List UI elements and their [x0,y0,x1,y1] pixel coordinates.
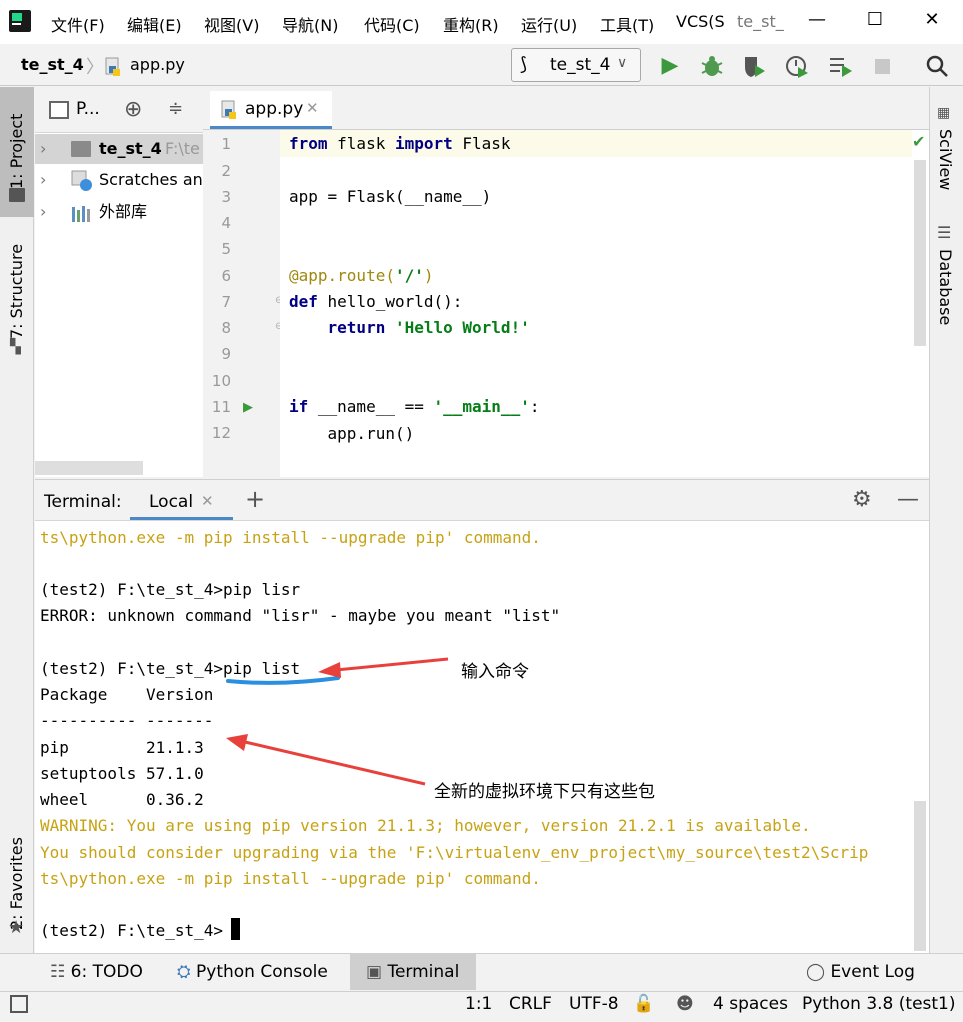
indent-setting[interactable]: 4 spaces [713,994,788,1014]
tab-todo[interactable]: ☷ 6: TODO [50,954,143,990]
tab-label: Terminal [387,962,460,982]
tab-terminal[interactable]: ▣ Terminal [350,954,476,990]
tab-label: Python Console [196,962,328,982]
annotation-command: 输入命令 [461,662,529,682]
terminal-icon: ▣ [366,962,383,982]
command-arrow [335,657,449,672]
toggle-tool-windows-icon[interactable] [10,995,28,1013]
inspector-icon[interactable]: ☻ [676,994,694,1014]
annotation-packages: 全新的虚拟环境下只有这些包 [434,782,655,802]
file-encoding[interactable]: UTF-8 [569,994,619,1014]
tab-label: 6: TODO [70,962,143,982]
lock-icon[interactable]: 🔓 [633,994,654,1014]
caret-position[interactable]: 1:1 [465,994,492,1014]
command-arrowhead [318,662,341,678]
packages-arrowhead [226,734,248,751]
packages-arrow [244,740,426,786]
python-console-icon: ⛭ [177,962,191,982]
event-log-icon: ◯ [806,962,826,982]
tab-python-console[interactable]: ⛭ Python Console [177,954,328,990]
command-underline [226,676,340,685]
annotation-overlay [226,657,449,786]
tab-label: Event Log [830,962,915,982]
line-separator[interactable]: CRLF [509,994,552,1014]
todo-icon: ☷ [50,962,66,982]
tab-event-log[interactable]: ◯ Event Log [806,954,915,990]
python-interpreter[interactable]: Python 3.8 (test1) [802,994,956,1014]
